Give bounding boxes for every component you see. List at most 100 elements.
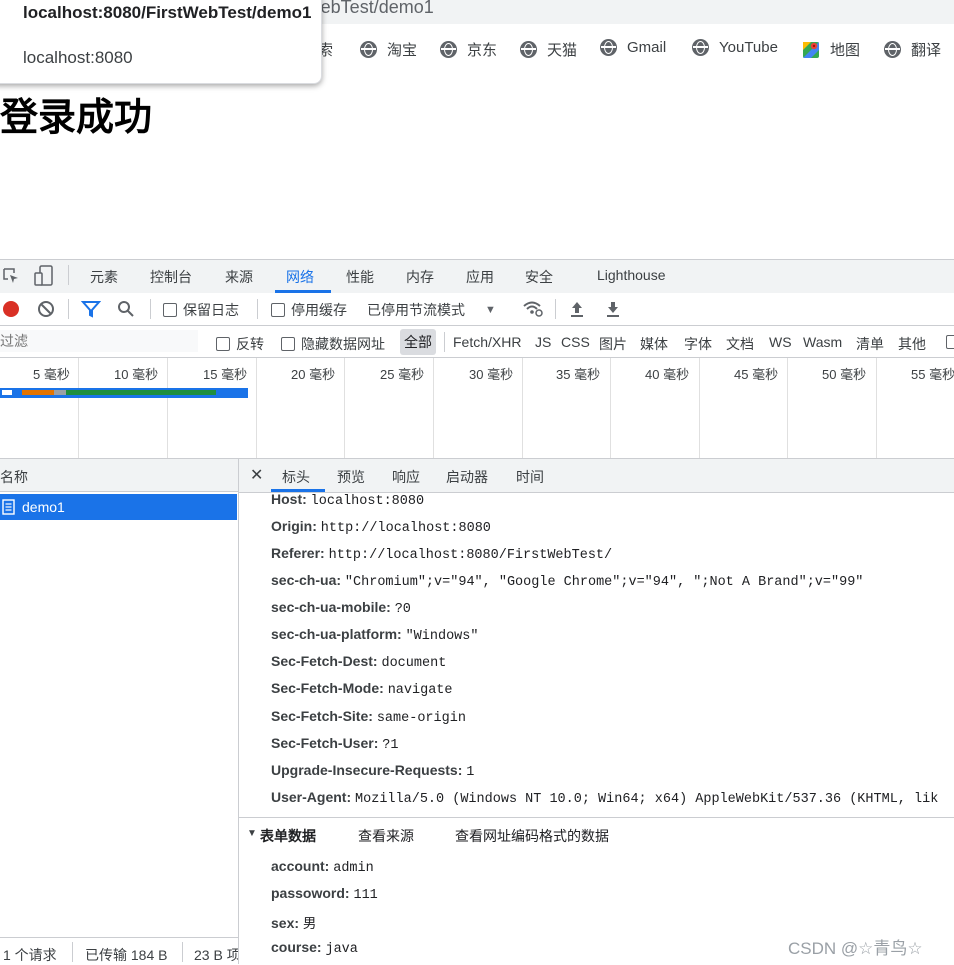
tab-console[interactable]: 控制台	[150, 267, 192, 287]
header-key: Origin:	[271, 518, 317, 534]
preserve-log-checkbox[interactable]: 保留日志	[163, 300, 239, 320]
filter-type-manifest[interactable]: 清单	[856, 334, 884, 354]
header-key: Upgrade-Insecure-Requests:	[271, 762, 463, 778]
invert-checkbox[interactable]: 反转	[216, 334, 264, 354]
bookmark-label: 京东	[467, 42, 498, 59]
search-icon[interactable]	[117, 300, 135, 318]
bookmark-taobao[interactable]: 淘宝	[360, 39, 417, 60]
header-row: Origin: http://localhost:8080	[271, 518, 491, 536]
tab-performance[interactable]: 性能	[346, 267, 374, 287]
tab-response[interactable]: 响应	[392, 467, 420, 487]
bookmark-label: Gmail	[627, 39, 667, 56]
export-har-icon[interactable]	[605, 300, 621, 318]
hide-data-urls-checkbox[interactable]: 隐藏数据网址	[281, 334, 385, 354]
filter-type-img[interactable]: 图片	[599, 334, 627, 354]
network-status-bar: 1 个请求 已传输 184 B 23 B 项	[0, 937, 238, 965]
request-list-panel: 名称 demo1 1 个请求 已传输 184 B 23 B 项	[0, 459, 239, 965]
header-row: sec-ch-ua-platform: "Windows"	[271, 626, 479, 644]
filter-type-wasm[interactable]: Wasm	[803, 334, 842, 350]
column-header-name[interactable]: 名称	[0, 467, 28, 487]
header-key: User-Agent:	[271, 789, 352, 805]
tab-timing[interactable]: 时间	[516, 467, 544, 487]
timeline-gridline	[256, 358, 257, 458]
view-source-link[interactable]: 查看来源	[358, 826, 414, 846]
timeline-gridline	[699, 358, 700, 458]
timeline-gridline	[78, 358, 79, 458]
header-row: Host: localhost:8080	[271, 491, 424, 509]
header-row: User-Agent: Mozilla/5.0 (Windows NT 10.0…	[271, 789, 954, 807]
timeline-gridline	[610, 358, 611, 458]
bookmark-translate[interactable]: 翻译	[884, 39, 941, 60]
record-icon[interactable]	[2, 300, 20, 318]
bookmark-youtube[interactable]: YouTube	[692, 39, 778, 56]
preserve-log-label: 保留日志	[183, 302, 239, 318]
filter-input[interactable]	[0, 330, 198, 352]
filter-type-fetch-xhr[interactable]: Fetch/XHR	[453, 334, 521, 350]
tab-application[interactable]: 应用	[466, 267, 494, 287]
tab-sources[interactable]: 来源	[225, 267, 253, 287]
tab-lighthouse[interactable]: Lighthouse	[597, 267, 666, 283]
disable-cache-checkbox[interactable]: 停用缓存	[271, 300, 347, 320]
tab-preview[interactable]: 预览	[337, 467, 365, 487]
form-data-title[interactable]: 表单数据	[260, 826, 316, 846]
collapse-triangle-icon[interactable]: ▼	[247, 828, 257, 839]
hide-data-urls-label: 隐藏数据网址	[301, 336, 385, 352]
form-field-key: passoword:	[271, 885, 350, 901]
tab-hover-tooltip: localhost:8080/FirstWebTest/demo1 localh…	[0, 0, 322, 84]
globe-icon	[692, 39, 709, 56]
filter-type-js[interactable]: JS	[535, 334, 551, 350]
filter-type-doc[interactable]: 文档	[726, 334, 754, 354]
bookmark-tmall[interactable]: 天猫	[520, 39, 577, 60]
divider	[150, 299, 151, 319]
filter-type-all[interactable]: 全部	[400, 329, 436, 355]
tab-memory[interactable]: 内存	[406, 267, 434, 287]
header-key: Sec-Fetch-Site:	[271, 708, 373, 724]
filter-bar: 反转 隐藏数据网址 全部 Fetch/XHR JS CSS 图片 媒体 字体 文…	[0, 326, 954, 358]
clear-icon[interactable]	[37, 300, 55, 318]
tab-security[interactable]: 安全	[525, 267, 553, 287]
form-data-section-header: ▼ 表单数据 查看来源 查看网址编码格式的数据	[239, 817, 954, 852]
form-field-key: course:	[271, 939, 322, 955]
filter-type-ws[interactable]: WS	[769, 334, 792, 350]
filter-type-media[interactable]: 媒体	[640, 334, 668, 354]
throttling-select[interactable]: 已停用节流模式 ▼	[367, 300, 496, 320]
detail-tab-bar: ✕ 标头 预览 响应 启动器 时间	[239, 459, 954, 493]
timeline-tick-label: 15 毫秒	[203, 367, 248, 382]
form-field-key: account:	[271, 858, 330, 874]
form-field-value: 男	[302, 918, 317, 933]
form-field-value: java	[325, 942, 358, 957]
blocked-requests-checkbox[interactable]	[946, 335, 954, 349]
header-value: 1	[466, 765, 475, 780]
divider	[72, 942, 73, 962]
filter-type-font[interactable]: 字体	[684, 334, 712, 354]
network-conditions-icon[interactable]	[522, 299, 544, 319]
filter-type-other[interactable]: 其他	[898, 334, 926, 354]
bookmark-gmail[interactable]: Gmail	[600, 39, 666, 56]
request-name: demo1	[22, 499, 65, 515]
globe-icon	[600, 39, 617, 56]
tab-network[interactable]: 网络	[286, 267, 314, 287]
filter-icon[interactable]	[81, 300, 101, 318]
import-har-icon[interactable]	[569, 300, 585, 318]
header-key: sec-ch-ua-mobile:	[271, 599, 391, 615]
timeline-tick-label: 30 毫秒	[469, 367, 514, 382]
inspect-element-icon[interactable]	[2, 267, 20, 285]
filter-type-css[interactable]: CSS	[561, 334, 590, 350]
divider	[68, 265, 69, 285]
close-icon[interactable]: ✕	[250, 465, 263, 485]
bookmark-maps[interactable]: 地图	[802, 39, 860, 60]
request-row[interactable]: demo1	[0, 494, 237, 520]
checkbox-box	[216, 337, 230, 351]
form-field-row: sex: 男	[271, 912, 316, 933]
device-toolbar-icon[interactable]	[34, 265, 54, 287]
bookmark-jd[interactable]: 京东	[440, 39, 497, 60]
tab-initiator[interactable]: 启动器	[446, 467, 488, 487]
network-timeline-overview[interactable]: 5 毫秒 10 毫秒 15 毫秒 20 毫秒 25 毫秒 30 毫秒 35 毫秒…	[0, 358, 954, 459]
tab-headers[interactable]: 标头	[282, 467, 310, 487]
tab-elements[interactable]: 元素	[90, 267, 118, 287]
divider	[182, 942, 183, 962]
header-value: document	[381, 656, 447, 671]
view-url-encoded-link[interactable]: 查看网址编码格式的数据	[455, 826, 609, 846]
tooltip-host: localhost:8080	[23, 48, 133, 67]
tooltip-title: localhost:8080/FirstWebTest/demo1	[23, 3, 312, 22]
